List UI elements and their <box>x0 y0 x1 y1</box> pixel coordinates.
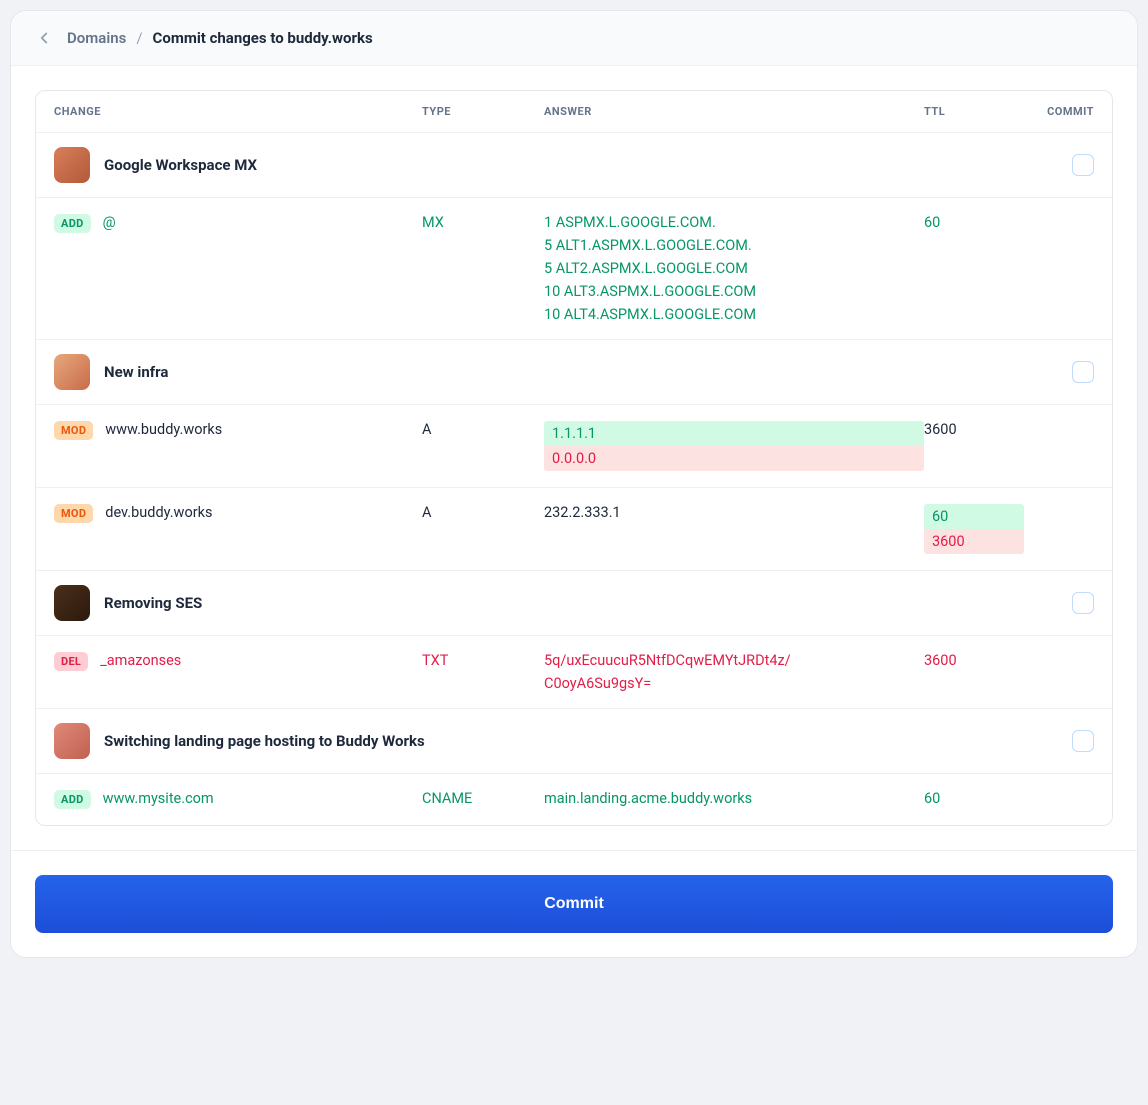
action-badge: ADD <box>54 790 91 809</box>
answer-line: main.landing.acme.buddy.works <box>544 790 924 807</box>
action-badge: MOD <box>54 504 93 523</box>
change-row: MOD www.buddy.works A1.1.1.1 0.0.0.03600 <box>36 404 1112 487</box>
avatar <box>54 354 90 390</box>
diff-added: 60 <box>924 504 1024 529</box>
group-title: Switching landing page hosting to Buddy … <box>104 732 1072 750</box>
back-icon[interactable] <box>35 29 53 47</box>
col-header-change: CHANGE <box>54 105 422 118</box>
avatar <box>54 147 90 183</box>
group-header: Google Workspace MX <box>36 133 1112 197</box>
group-header: New infra <box>36 339 1112 404</box>
breadcrumb: Domains / Commit changes to buddy.works <box>67 29 373 47</box>
answer-line: 5q/uxEcuucuR5NtfDCqwEMYtJRDt4z/ <box>544 652 924 669</box>
answer-line: 232.2.333.1 <box>544 504 924 521</box>
group-header: Removing SES <box>36 570 1112 635</box>
group-commit-checkbox[interactable] <box>1072 730 1094 752</box>
record-name: _amazonses <box>100 652 181 669</box>
record-type: CNAME <box>422 790 544 807</box>
change-row: DEL _amazonses TXT5q/uxEcuucuR5NtfDCqwEMY… <box>36 635 1112 708</box>
group-title: New infra <box>104 363 1072 381</box>
answer-line: C0oyA6Su9gsY= <box>544 675 924 692</box>
avatar <box>54 585 90 621</box>
commit-button[interactable]: Commit <box>35 875 1113 933</box>
change-row: ADD www.mysite.com CNAMEmain.landing.acme… <box>36 773 1112 825</box>
record-ttl: 3600 <box>924 421 1024 438</box>
change-row: ADD @ MX1 ASPMX.L.GOOGLE.COM. 5 ALT1.ASPMX… <box>36 197 1112 339</box>
record-type: A <box>422 504 544 521</box>
record-answer: 5q/uxEcuucuR5NtfDCqwEMYtJRDt4z/C0oyA6Su9… <box>544 652 924 692</box>
col-header-answer: ANSWER <box>544 105 924 118</box>
change-row: MOD dev.buddy.works A232.2.333.160 3600 <box>36 487 1112 570</box>
header: Domains / Commit changes to buddy.works <box>11 11 1137 66</box>
record-name: @ <box>103 214 116 231</box>
answer-line: 1 ASPMX.L.GOOGLE.COM. <box>544 214 924 231</box>
record-name: dev.buddy.works <box>105 504 212 521</box>
footer: Commit <box>11 850 1137 957</box>
record-ttl: 60 <box>924 790 1024 807</box>
avatar <box>54 723 90 759</box>
record-type: MX <box>422 214 544 231</box>
diff-added: 1.1.1.1 <box>544 421 924 446</box>
col-header-commit: COMMIT <box>1024 105 1094 118</box>
col-header-type: TYPE <box>422 105 544 118</box>
action-badge: DEL <box>54 652 88 671</box>
record-answer: main.landing.acme.buddy.works <box>544 790 924 807</box>
content: CHANGE TYPE ANSWER TTL COMMIT Google Wor… <box>11 66 1137 826</box>
record-type: TXT <box>422 652 544 669</box>
record-ttl: 60 3600 <box>924 504 1024 554</box>
record-type: A <box>422 421 544 438</box>
record-name: www.buddy.works <box>105 421 222 438</box>
record-ttl: 3600 <box>924 652 1024 669</box>
breadcrumb-link-domains[interactable]: Domains <box>67 29 126 47</box>
group-commit-checkbox[interactable] <box>1072 361 1094 383</box>
action-badge: MOD <box>54 421 93 440</box>
group-header: Switching landing page hosting to Buddy … <box>36 708 1112 773</box>
group-title: Removing SES <box>104 594 1072 612</box>
changes-table: CHANGE TYPE ANSWER TTL COMMIT Google Wor… <box>35 90 1113 826</box>
diff-removed: 3600 <box>924 529 1024 554</box>
group-commit-checkbox[interactable] <box>1072 154 1094 176</box>
group-commit-checkbox[interactable] <box>1072 592 1094 614</box>
window: Domains / Commit changes to buddy.works … <box>10 10 1138 958</box>
record-name: www.mysite.com <box>103 790 214 807</box>
answer-line: 10 ALT4.ASPMX.L.GOOGLE.COM <box>544 306 924 323</box>
breadcrumb-current: Commit changes to buddy.works <box>153 29 373 47</box>
answer-line: 5 ALT1.ASPMX.L.GOOGLE.COM. <box>544 237 924 254</box>
record-answer: 1.1.1.1 0.0.0.0 <box>544 421 924 471</box>
answer-line: 5 ALT2.ASPMX.L.GOOGLE.COM <box>544 260 924 277</box>
record-ttl: 60 <box>924 214 1024 231</box>
breadcrumb-separator: / <box>136 29 142 47</box>
answer-line: 10 ALT3.ASPMX.L.GOOGLE.COM <box>544 283 924 300</box>
record-answer: 1 ASPMX.L.GOOGLE.COM. 5 ALT1.ASPMX.L.GOOG… <box>544 214 924 323</box>
table-header: CHANGE TYPE ANSWER TTL COMMIT <box>36 91 1112 133</box>
group-title: Google Workspace MX <box>104 156 1072 174</box>
record-answer: 232.2.333.1 <box>544 504 924 521</box>
diff-removed: 0.0.0.0 <box>544 446 924 471</box>
table-body: Google Workspace MX ADD @ MX1 ASPMX.L.GOO… <box>36 133 1112 825</box>
col-header-ttl: TTL <box>924 105 1024 118</box>
action-badge: ADD <box>54 214 91 233</box>
